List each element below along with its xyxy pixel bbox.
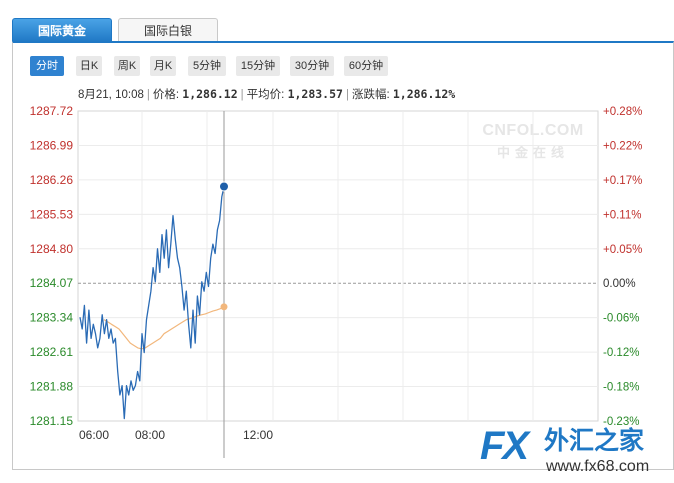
y-tick-label: 1286.26	[30, 173, 74, 187]
y-tick-pct-label: +0.22%	[603, 140, 642, 152]
y-tick-label: 1283.34	[30, 311, 74, 325]
x-tick-label: 12:00	[243, 428, 273, 442]
average-price-line	[103, 306, 225, 350]
y-tick-label: 1286.99	[30, 138, 74, 152]
price-marker	[219, 181, 229, 192]
y-tick-pct-label: +0.11%	[603, 209, 641, 221]
y-tick-pct-label: 0.00%	[603, 278, 636, 290]
x-tick-label: 08:00	[135, 428, 165, 442]
fx-logo-mark: FX	[480, 424, 529, 468]
y-tick-pct-label: -0.12%	[603, 347, 639, 359]
y-tick-pct-label: -0.18%	[603, 382, 639, 394]
y-tick-pct-label: +0.05%	[603, 244, 642, 256]
y-tick-label: 1284.80	[30, 242, 74, 256]
y-tick-label: 1281.15	[30, 414, 74, 428]
y-tick-pct-label: -0.06%	[603, 313, 639, 325]
y-tick-label: 1282.61	[30, 345, 74, 359]
y-tick-label: 1281.88	[30, 380, 74, 394]
y-tick-label: 1284.07	[30, 276, 74, 290]
y-tick-label: 1285.53	[30, 207, 74, 221]
price-line	[79, 186, 225, 420]
logo-site-name: 外汇之家	[544, 427, 645, 455]
y-tick-label: 1287.72	[30, 104, 74, 118]
logo-url: www.fx68.com	[546, 458, 650, 475]
x-tick-label: 06:00	[79, 428, 109, 442]
intraday-chart: 1287.72 +0.28% 1286.99 +0.22% 1286.26 +0.17% 1…	[30, 104, 642, 458]
y-tick-pct-label: +0.28%	[603, 106, 642, 118]
y-tick-pct-label: +0.17%	[603, 175, 642, 187]
average-price-marker	[220, 303, 228, 311]
